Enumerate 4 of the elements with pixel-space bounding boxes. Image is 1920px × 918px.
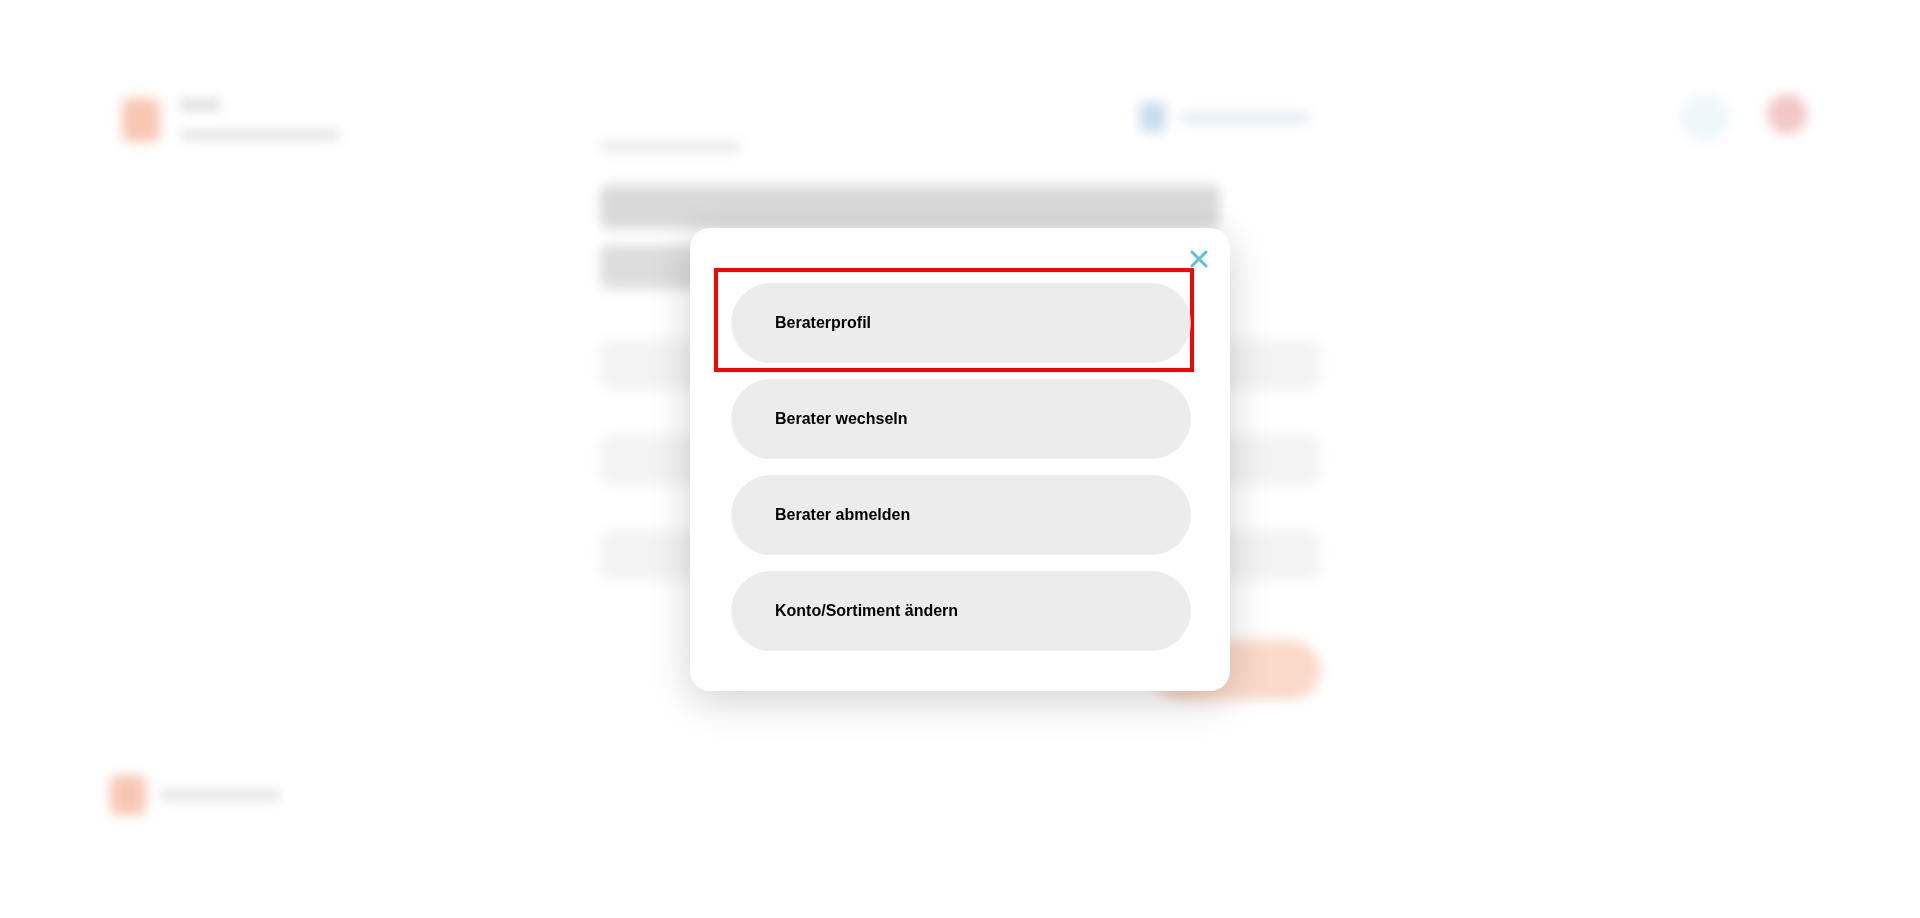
menu-option-button[interactable]: Berater abmelden [731,474,1191,555]
menu-option-button[interactable]: Beraterprofil [731,282,1191,363]
menu-option-button[interactable]: Konto/Sortiment ändern [731,570,1191,651]
menu-option-button[interactable]: Berater wechseln [731,378,1191,459]
